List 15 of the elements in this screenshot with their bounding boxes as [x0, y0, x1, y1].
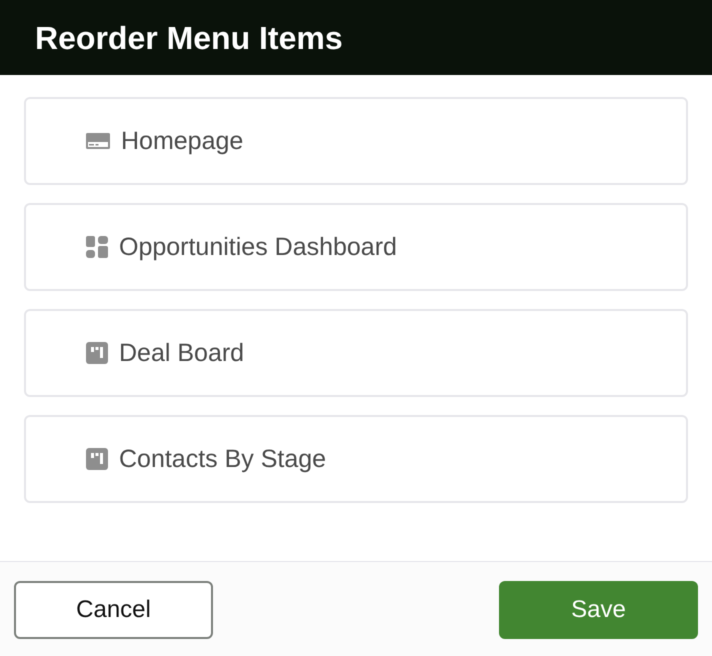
menu-item-label: Deal Board	[119, 340, 244, 366]
dialog-title: Reorder Menu Items	[35, 22, 343, 54]
kanban-icon	[86, 448, 108, 470]
kanban-icon	[86, 342, 108, 364]
save-button[interactable]: Save	[499, 580, 698, 638]
cancel-button[interactable]: Cancel	[14, 580, 213, 638]
menu-item-card[interactable]: Contacts By Stage	[24, 415, 688, 503]
menu-item-card[interactable]: Opportunities Dashboard	[24, 203, 688, 291]
menu-item-label: Opportunities Dashboard	[119, 234, 397, 260]
menu-item-card[interactable]: Homepage	[24, 97, 688, 185]
menu-item-card[interactable]: Deal Board	[24, 309, 688, 397]
dashboard-icon	[86, 236, 108, 258]
menu-item-label: Homepage	[121, 128, 244, 154]
menu-item-label: Contacts By Stage	[119, 446, 326, 472]
window-icon	[86, 133, 110, 149]
